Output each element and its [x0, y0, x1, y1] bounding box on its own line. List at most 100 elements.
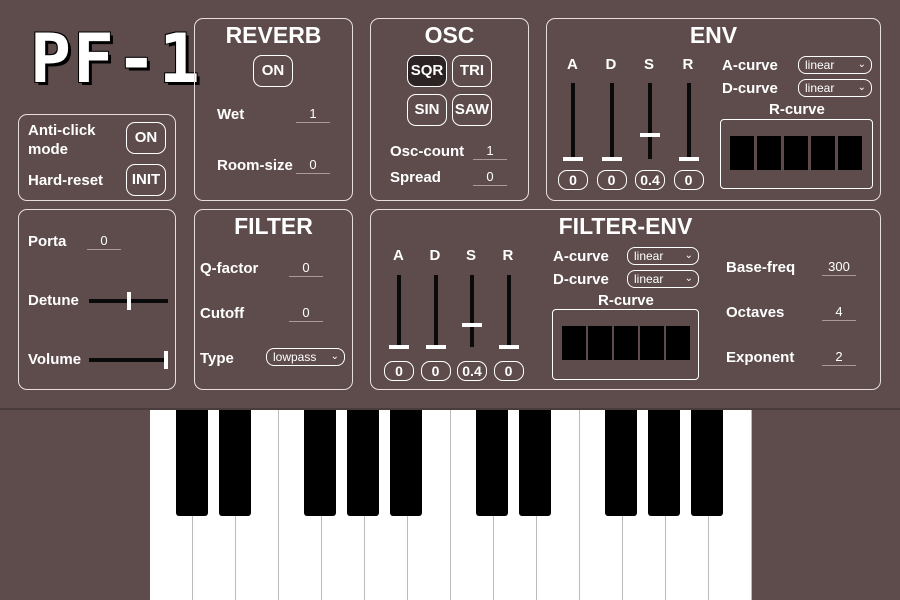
fenv-a-slider[interactable]	[397, 275, 401, 347]
fenv-acurve-label: A-curve	[553, 248, 609, 265]
chevron-down-icon: ⌄	[857, 59, 866, 70]
exponent-label: Exponent	[726, 349, 795, 366]
env-r-value[interactable]: 0	[673, 170, 704, 190]
fenv-d-slider-thumb[interactable]	[425, 345, 446, 349]
filter-type-value: lowpass	[273, 350, 317, 364]
wave-sin-button[interactable]: SIN	[407, 94, 447, 126]
env-d-slider-thumb[interactable]	[601, 157, 622, 161]
rcurve-cell[interactable]	[757, 136, 781, 170]
rcurve-cell[interactable]	[730, 136, 754, 170]
roomsize-label: Room-size	[217, 157, 293, 174]
basefreq-input[interactable]: 300	[822, 259, 856, 276]
fenv-acurve-value: linear	[634, 249, 664, 263]
env-r-slider[interactable]	[686, 83, 691, 159]
black-key[interactable]	[691, 410, 723, 516]
rcurve-cell[interactable]	[666, 326, 690, 360]
fenv-d-value[interactable]: 0	[420, 361, 451, 381]
octaves-input[interactable]: 4	[822, 304, 856, 321]
filter-title: FILTER	[234, 213, 313, 239]
black-key[interactable]	[176, 410, 208, 516]
env-acurve-select[interactable]: linear ⌄	[798, 56, 872, 74]
fenv-r-slider-thumb[interactable]	[498, 345, 519, 349]
hardreset-label: Hard-reset	[28, 172, 104, 189]
osc-count-input[interactable]: 1	[473, 143, 507, 160]
env-rcurve-editor[interactable]	[720, 119, 873, 189]
rcurve-cell[interactable]	[562, 326, 586, 360]
black-key[interactable]	[648, 410, 680, 516]
fenv-s-value[interactable]: 0.4	[457, 361, 487, 381]
black-key[interactable]	[304, 410, 336, 516]
black-key[interactable]	[605, 410, 637, 516]
rcurve-cell[interactable]	[838, 136, 862, 170]
rcurve-cell[interactable]	[640, 326, 664, 360]
fenv-r-slider[interactable]	[506, 275, 511, 347]
anticlick-label: Anti-click mode	[28, 122, 96, 158]
wave-tri-button[interactable]: TRI	[452, 55, 492, 87]
fenv-r-value[interactable]: 0	[493, 361, 524, 381]
rcurve-cell[interactable]	[588, 326, 612, 360]
cutoff-label: Cutoff	[200, 305, 245, 322]
roomsize-input[interactable]: 0	[296, 157, 330, 174]
fenv-a-value[interactable]: 0	[384, 361, 414, 381]
detune-slider-thumb[interactable]	[126, 292, 131, 310]
octaves-label: Octaves	[726, 304, 785, 321]
exponent-input[interactable]: 2	[822, 349, 856, 366]
env-acurve-label: A-curve	[722, 57, 778, 74]
env-acurve-value: linear	[805, 58, 835, 72]
wave-sqr-button[interactable]: SQR	[407, 55, 447, 87]
env-r-label: R	[682, 56, 694, 73]
filter-type-label: Type	[200, 350, 234, 367]
porta-input[interactable]: 0	[87, 233, 121, 250]
wet-label: Wet	[217, 106, 245, 123]
env-dcurve-value: linear	[805, 81, 835, 95]
black-key[interactable]	[347, 410, 379, 516]
env-rcurve-label: R-curve	[769, 101, 825, 118]
rcurve-cell[interactable]	[784, 136, 808, 170]
fenv-d-slider[interactable]	[433, 275, 438, 347]
volume-label: Volume	[28, 351, 82, 368]
qfactor-input[interactable]: 0	[289, 260, 323, 277]
env-r-slider-thumb[interactable]	[678, 157, 699, 161]
env-a-slider-thumb[interactable]	[563, 157, 583, 161]
fenv-s-slider-thumb[interactable]	[462, 322, 482, 327]
env-d-slider[interactable]	[609, 83, 614, 159]
env-dcurve-select[interactable]: linear ⌄	[798, 79, 872, 97]
fenv-acurve-select[interactable]: linear ⌄	[627, 247, 699, 265]
black-key[interactable]	[519, 410, 551, 516]
detune-label: Detune	[28, 292, 79, 309]
reverb-title: REVERB	[225, 22, 322, 48]
env-a-label: A	[567, 56, 578, 73]
rcurve-cell[interactable]	[811, 136, 835, 170]
spread-label: Spread	[390, 169, 441, 186]
fenv-dcurve-select[interactable]: linear ⌄	[627, 270, 699, 288]
reverb-toggle-button[interactable]: ON	[253, 55, 293, 87]
rcurve-cell[interactable]	[614, 326, 638, 360]
fenv-d-label: D	[429, 247, 441, 264]
volume-slider[interactable]	[89, 358, 168, 362]
black-key[interactable]	[476, 410, 508, 516]
anticlick-button[interactable]: ON	[126, 122, 166, 154]
spread-input[interactable]: 0	[473, 169, 507, 186]
env-a-slider[interactable]	[571, 83, 575, 159]
cutoff-input[interactable]: 0	[289, 305, 323, 322]
volume-slider-thumb[interactable]	[164, 351, 168, 369]
basefreq-label: Base-freq	[726, 259, 796, 276]
filterenv-title: FILTER-ENV	[558, 213, 693, 239]
fenv-a-slider-thumb[interactable]	[389, 345, 409, 349]
env-s-slider[interactable]	[648, 83, 652, 159]
chevron-down-icon: ⌄	[857, 82, 866, 93]
filter-type-select[interactable]: lowpass ⌄	[266, 348, 345, 366]
fenv-s-label: S	[466, 247, 477, 264]
env-s-value[interactable]: 0.4	[635, 170, 665, 190]
black-key[interactable]	[219, 410, 251, 516]
fenv-rcurve-editor[interactable]	[552, 309, 699, 380]
black-key[interactable]	[390, 410, 422, 516]
env-d-value[interactable]: 0	[596, 170, 627, 190]
hardreset-button[interactable]: INIT	[126, 164, 166, 196]
env-a-value[interactable]: 0	[558, 170, 588, 190]
fenv-s-slider[interactable]	[470, 275, 474, 347]
wave-saw-button[interactable]: SAW	[452, 94, 492, 126]
env-s-slider-thumb[interactable]	[640, 133, 660, 138]
fenv-rcurve-label: R-curve	[598, 292, 654, 309]
wet-input[interactable]: 1	[296, 106, 330, 123]
